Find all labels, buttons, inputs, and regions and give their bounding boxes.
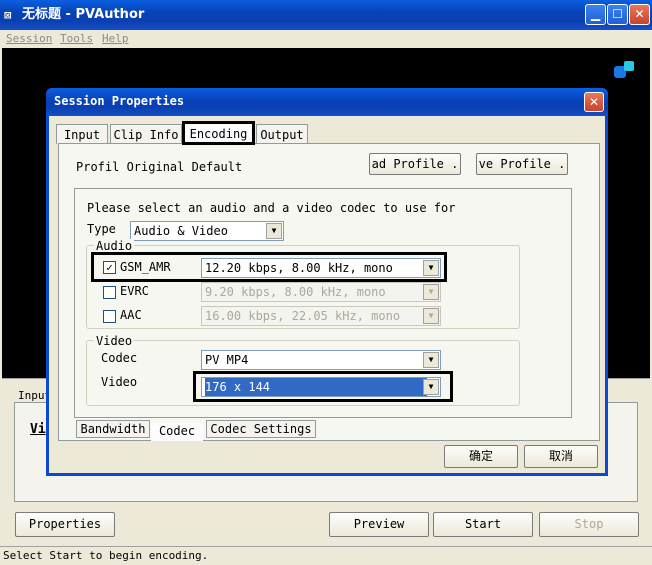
evrc-select-value: 9.20 kbps, 8.00 kHz, mono <box>205 285 386 299</box>
video-codec-select[interactable]: PV MP4 ▼ <box>201 350 441 370</box>
stop-button[interactable]: Stop <box>539 512 639 537</box>
maximize-button[interactable]: ☐ <box>607 4 628 25</box>
tab-input[interactable]: Input <box>56 124 108 144</box>
save-profile-button[interactable]: ve Profile . <box>476 153 568 175</box>
type-label: Type <box>87 222 116 236</box>
chevron-down-icon: ▼ <box>423 379 439 395</box>
subtab-codec-settings[interactable]: Codec Settings <box>206 420 316 438</box>
tab-clip-info[interactable]: Clip Info <box>110 124 182 144</box>
dialog-close-button[interactable]: ✕ <box>584 92 604 112</box>
start-button[interactable]: Start <box>433 512 533 537</box>
app-icon: ⊠ <box>4 8 12 22</box>
aac-label: AAC <box>120 308 142 322</box>
aac-select[interactable]: 16.00 kbps, 22.05 kHz, mono ▼ <box>201 306 441 326</box>
subtab-bandwidth[interactable]: Bandwidth <box>76 420 150 438</box>
window-title: 无标题 - PVAuthor <box>22 7 145 22</box>
close-window-button[interactable]: ✕ <box>629 4 650 25</box>
aac-checkbox[interactable] <box>103 310 116 323</box>
close-icon: ✕ <box>588 95 600 109</box>
type-select[interactable]: Audio & Video ▼ <box>130 221 284 241</box>
menu-bar: Session Tools Help <box>0 30 652 48</box>
tab-encoding[interactable]: Encoding <box>182 121 255 145</box>
maximize-icon: ☐ <box>612 7 623 21</box>
subtab-codec[interactable]: Codec <box>151 423 203 441</box>
video-size-select-value: 176 x 144 <box>205 378 427 396</box>
minimize-icon: ▁ <box>590 7 601 21</box>
tab-output[interactable]: Output <box>256 124 308 144</box>
video-size-label: Video <box>101 375 138 389</box>
video-codec-select-value: PV MP4 <box>205 353 249 367</box>
evrc-label: EVRC <box>120 284 149 298</box>
chevron-down-icon: ▼ <box>423 352 439 368</box>
chevron-down-icon: ▼ <box>266 223 282 239</box>
gsm-amr-select-value: 12.20 kbps, 8.00 kHz, mono <box>205 261 393 275</box>
main-tab-input[interactable]: Input <box>18 388 48 404</box>
close-icon: ✕ <box>634 7 645 21</box>
menu-tools[interactable]: Tools <box>60 30 93 48</box>
chevron-down-icon: ▼ <box>423 260 439 276</box>
codec-prompt: Please select an audio and a video codec… <box>87 201 456 215</box>
menu-help[interactable]: Help <box>102 30 129 48</box>
gsm-amr-select[interactable]: 12.20 kbps, 8.00 kHz, mono ▼ <box>201 258 441 278</box>
chevron-down-icon: ▼ <box>423 308 439 324</box>
gsm-amr-checkbox[interactable]: ✓ <box>103 261 116 274</box>
load-profile-button[interactable]: ad Profile . <box>369 153 461 175</box>
evrc-select[interactable]: 9.20 kbps, 8.00 kHz, mono ▼ <box>201 282 441 302</box>
evrc-checkbox[interactable] <box>103 286 116 299</box>
dialog-title: Session Properties <box>54 94 185 108</box>
audio-group-label: Audio <box>94 239 135 253</box>
properties-button[interactable]: Properties <box>15 512 115 537</box>
preview-button[interactable]: Preview <box>329 512 429 537</box>
video-size-select[interactable]: 176 x 144 ▼ <box>201 377 441 397</box>
menu-session[interactable]: Session <box>6 30 52 48</box>
profile-label: Profil Original Default <box>76 160 243 174</box>
minimize-button[interactable]: ▁ <box>585 4 606 25</box>
cancel-button[interactable]: 取消 <box>524 445 598 468</box>
video-group-label: Video <box>94 334 135 348</box>
main-vi-label: Vi <box>30 422 46 437</box>
ok-button[interactable]: 确定 <box>444 445 518 468</box>
video-codec-label: Codec <box>101 351 138 365</box>
aac-select-value: 16.00 kbps, 22.05 kHz, mono <box>205 309 401 323</box>
type-select-value: Audio & Video <box>134 224 228 238</box>
pv-logo-accent-icon <box>624 61 634 71</box>
gsm-amr-label: GSM_AMR <box>120 260 171 274</box>
status-bar: Select Start to begin encoding. <box>0 546 652 565</box>
chevron-down-icon: ▼ <box>423 284 439 300</box>
checkmark-icon: ✓ <box>106 261 113 274</box>
